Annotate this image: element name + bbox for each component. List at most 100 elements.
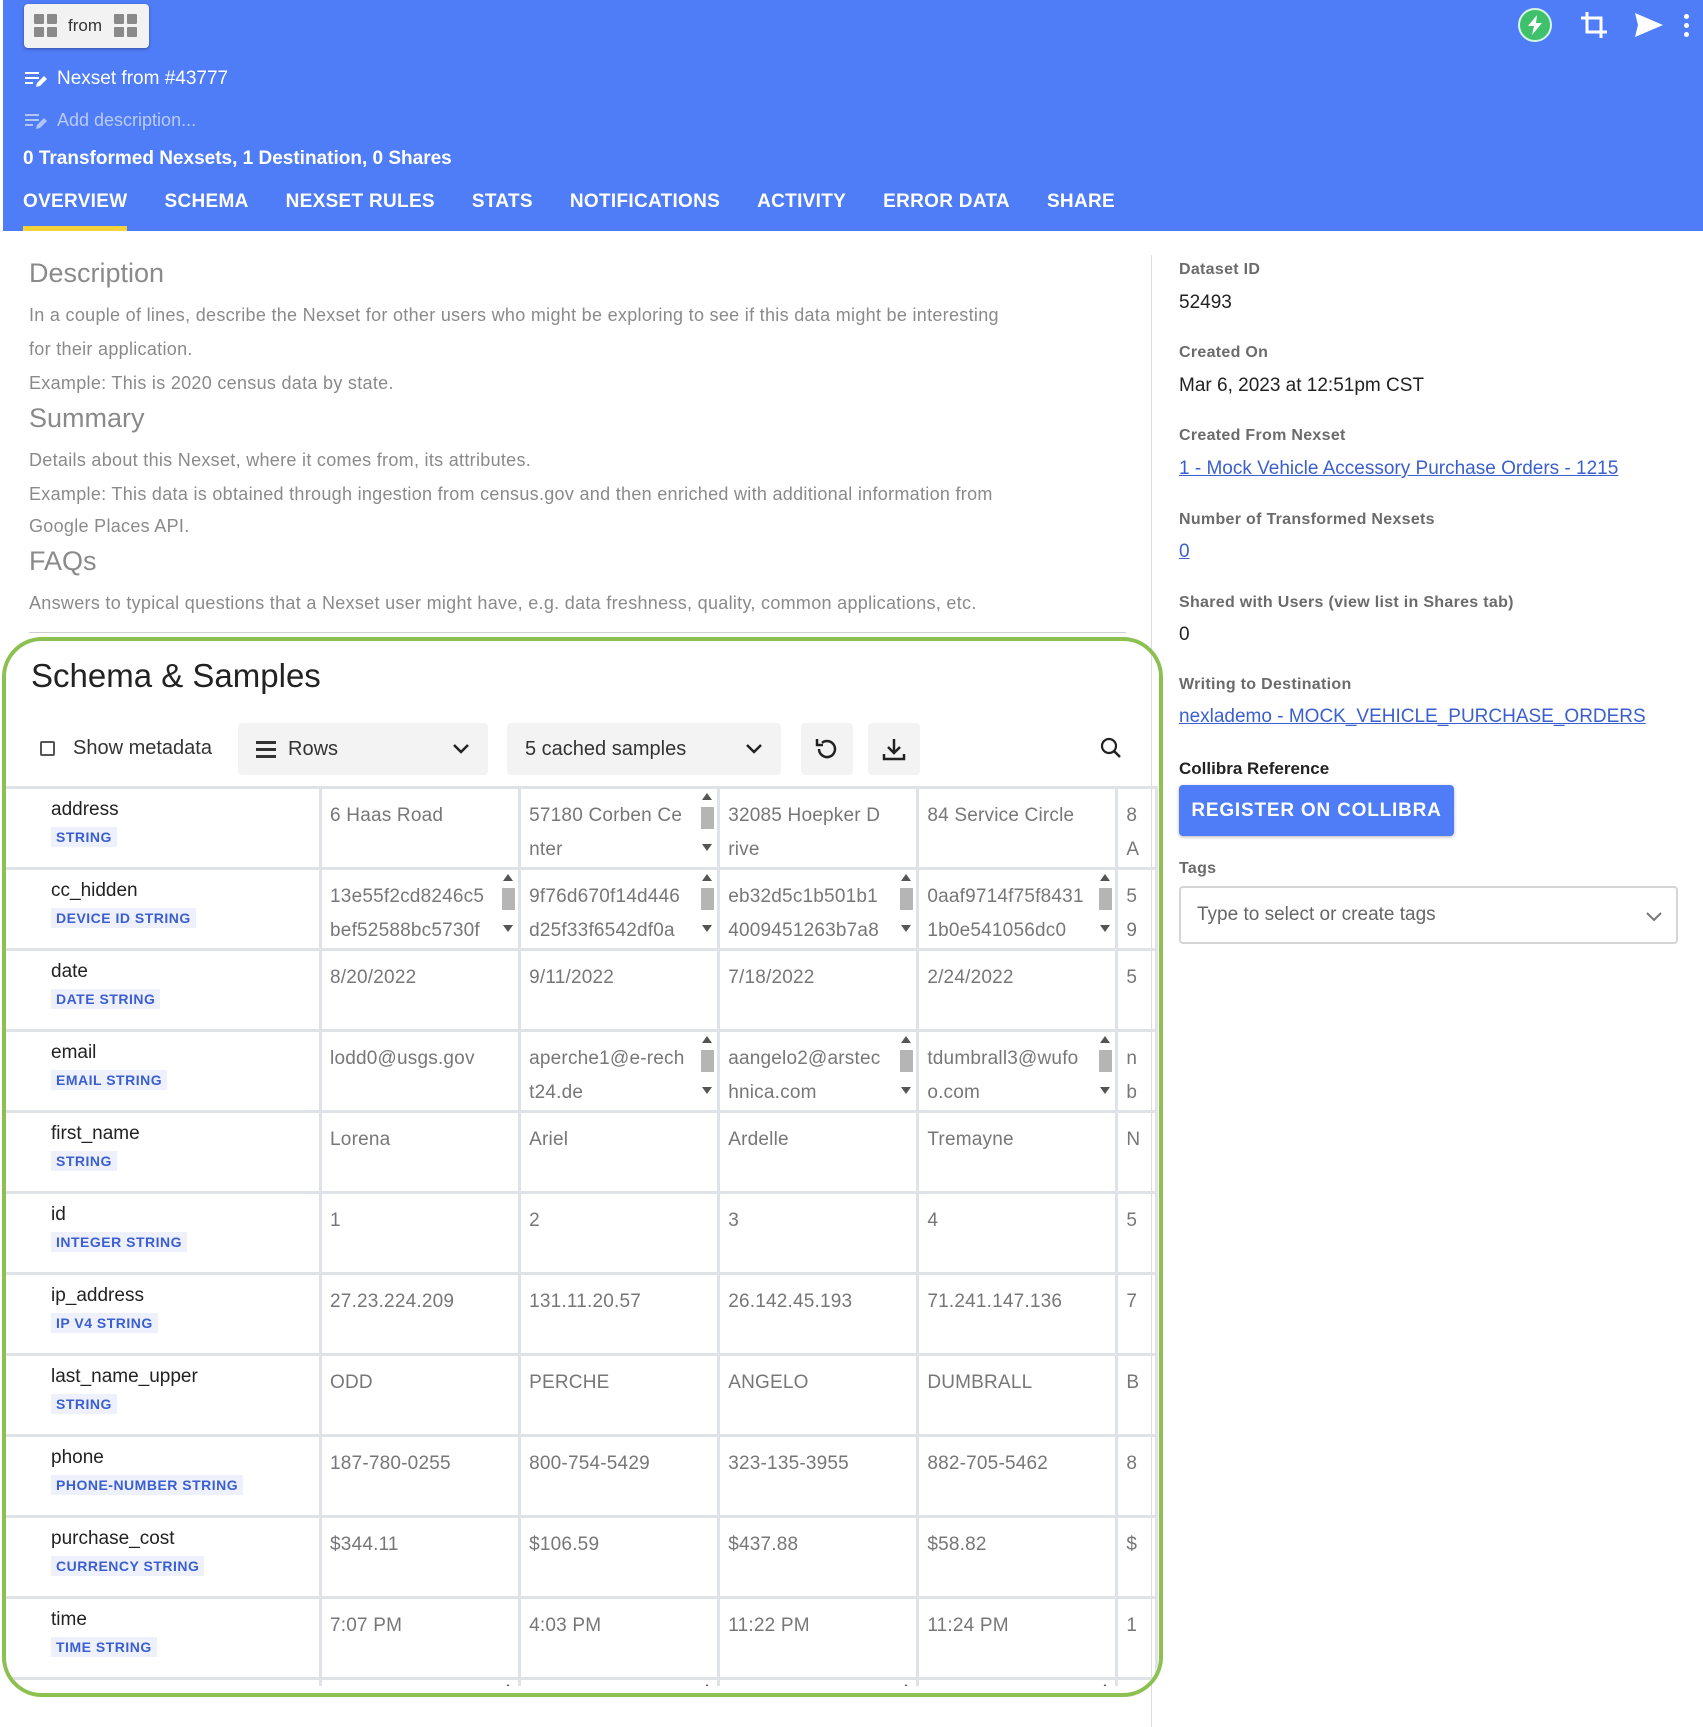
grid-icon [34, 14, 58, 38]
sample-cell[interactable]: lodd0@usgs.gov [319, 1029, 522, 1113]
sample-cell[interactable]: 3 [717, 1191, 920, 1275]
sample-value: 57180 Corben Center [529, 805, 683, 860]
tab-activity[interactable]: ACTIVITY [757, 191, 846, 231]
tab-stats[interactable]: STATS [472, 191, 533, 231]
sample-cell[interactable]: 4 [916, 1191, 1119, 1275]
sample-cell[interactable]: 323-135-3955 [717, 1434, 920, 1518]
cell-scrollbar[interactable] [699, 874, 715, 932]
table-row: address STRING 6 Haas Road 57180 Corben Cen… [6, 786, 1158, 870]
sample-cell[interactable]: 57180 Corben Center [518, 786, 721, 870]
download-button[interactable] [868, 723, 920, 775]
search-icon[interactable] [1099, 736, 1123, 760]
cell-scrollbar[interactable] [1097, 1684, 1113, 1686]
nexset-title[interactable]: Nexset from #43777 [23, 68, 228, 90]
kebab-menu-icon[interactable] [1684, 13, 1689, 37]
cell-scrollbar[interactable] [500, 874, 516, 932]
refresh-button[interactable] [801, 723, 853, 775]
cell-scrollbar[interactable] [898, 874, 914, 932]
tab-error-data[interactable]: ERROR DATA [883, 191, 1010, 231]
sample-cell[interactable]: 2/24/2022 [916, 948, 1119, 1032]
show-metadata-checkbox[interactable] [40, 741, 55, 756]
sample-cell[interactable]: 26.142.45.193 [717, 1272, 920, 1356]
cell-scrollbar[interactable] [1097, 1036, 1113, 1094]
sample-cell[interactable]: 800-754-5429 [518, 1434, 721, 1518]
sample-cell[interactable]: $344.11 [319, 1515, 522, 1599]
sample-cell[interactable]: 4:03 PM [518, 1596, 721, 1680]
samples-select[interactable]: 5 cached samples [507, 723, 781, 775]
cell-scrollbar[interactable] [500, 1684, 516, 1686]
sample-cell[interactable]: ODD [319, 1353, 522, 1437]
schema-samples-panel: Schema & Samples Show metadata Rows 5 ca… [2, 637, 1163, 1697]
sample-cell[interactable]: aangelo2@arstechnica.com [717, 1029, 920, 1113]
view-mode-select[interactable]: Rows [238, 723, 488, 775]
sample-cell[interactable]: $437.88 [717, 1515, 920, 1599]
sample-cell[interactable]: ANGELO [717, 1353, 920, 1437]
sample-value: 9f76d670f14d446d25f33f6542df0a [529, 886, 681, 941]
cell-scrollbar[interactable] [898, 1036, 914, 1094]
tab-share[interactable]: SHARE [1047, 191, 1115, 231]
cell-scrollbar[interactable] [699, 1684, 715, 1686]
sample-cell[interactable]: Ardelle [717, 1110, 920, 1194]
flow-logo[interactable]: from [24, 4, 149, 48]
field-name-cell: purchase_cost CURRENCY STRING [6, 1515, 323, 1599]
sample-cell[interactable]: DUMBRALL [916, 1353, 1119, 1437]
sample-cell[interactable]: 8/20/2022 [319, 948, 522, 1032]
sample-cell[interactable]: 1 [319, 1191, 522, 1275]
sample-cell[interactable]: 84 Service Circle [916, 786, 1119, 870]
sample-cell[interactable]: WAUVT58E13A057362 [717, 1677, 920, 1686]
sample-cell[interactable]: $106.59 [518, 1515, 721, 1599]
sample-cell[interactable]: 0aaf9714f75f84311b0e541056dc0 [916, 867, 1119, 951]
register-collibra-button[interactable]: REGISTER ON COLLIBRA [1179, 785, 1454, 836]
view-mode-value: Rows [288, 737, 339, 760]
sample-cell[interactable]: 11:24 PM [916, 1596, 1119, 1680]
tab-overview[interactable]: OVERVIEW [23, 191, 128, 231]
sample-cell[interactable]: 32085 Hoepker Drive [717, 786, 920, 870]
sample-cell[interactable]: 27.23.224.209 [319, 1272, 522, 1356]
tab-schema[interactable]: SCHEMA [164, 191, 248, 231]
sample-value-partial: 8 A [1126, 805, 1140, 860]
cell-scrollbar[interactable] [1097, 874, 1113, 932]
sample-cell[interactable]: eb32d5c1b501b14009451263b7a8 [717, 867, 920, 951]
sample-cell[interactable]: Lorena [319, 1110, 522, 1194]
writing-destination-link[interactable]: nexlademo - MOCK_VEHICLE_PURCHASE_ORDERS [1179, 706, 1646, 728]
field-type-badge: TIME STRING [51, 1637, 157, 1657]
sample-cell[interactable]: WA1BY74L38D861265 [916, 1677, 1119, 1686]
sample-cell[interactable]: 71.241.147.136 [916, 1272, 1119, 1356]
sample-cell[interactable]: KMHCM3AC4AU996534 [319, 1677, 522, 1686]
sample-cell[interactable]: 882-705-5462 [916, 1434, 1119, 1518]
sample-cell[interactable]: 6 Haas Road [319, 786, 522, 870]
sample-cell[interactable]: $58.82 [916, 1515, 1119, 1599]
sample-value: 0aaf9714f75f84311b0e541056dc0 [927, 886, 1084, 941]
sample-cell[interactable]: 13e55f2cd8246c5bef52588bc5730f [319, 867, 522, 951]
sample-cell[interactable]: SALSF2D4XDA271401 [518, 1677, 721, 1686]
sample-cell[interactable]: Ariel [518, 1110, 721, 1194]
sample-cell[interactable]: 131.11.20.57 [518, 1272, 721, 1356]
field-name-cell: email EMAIL STRING [6, 1029, 323, 1113]
sample-cell[interactable]: aperche1@e-recht24.de [518, 1029, 721, 1113]
sample-cell[interactable]: PERCHE [518, 1353, 721, 1437]
send-icon[interactable] [1634, 12, 1664, 38]
tab-notifications[interactable]: NOTIFICATIONS [570, 191, 720, 231]
sample-cell[interactable]: 11:22 PM [717, 1596, 920, 1680]
cell-scrollbar[interactable] [699, 1036, 715, 1094]
sample-cell[interactable]: 2 [518, 1191, 721, 1275]
sample-cell[interactable]: 9f76d670f14d446d25f33f6542df0a [518, 867, 721, 951]
cell-scrollbar[interactable] [898, 1684, 914, 1686]
created-from-link[interactable]: 1 - Mock Vehicle Accessory Purchase Orde… [1179, 458, 1618, 480]
cell-scrollbar[interactable] [699, 793, 715, 851]
transformed-count-link[interactable]: 0 [1179, 541, 1190, 563]
description-field[interactable]: Add description... [23, 110, 196, 131]
bolt-icon[interactable] [1518, 8, 1552, 42]
tab-nexset-rules[interactable]: NEXSET RULES [286, 191, 435, 231]
crop-icon[interactable] [1580, 11, 1608, 39]
sample-value-partial: 5 [1126, 1210, 1137, 1231]
summary-example: Example: This data is obtained through i… [29, 484, 993, 504]
sample-cell[interactable]: 7:07 PM [319, 1596, 522, 1680]
schema-table[interactable]: address STRING 6 Haas Road 57180 Corben Cen… [6, 786, 1158, 1686]
tags-input[interactable]: Type to select or create tags [1179, 886, 1678, 944]
sample-cell[interactable]: Tremayne [916, 1110, 1119, 1194]
sample-cell[interactable]: 9/11/2022 [518, 948, 721, 1032]
sample-cell[interactable]: tdumbrall3@wufoo.com [916, 1029, 1119, 1113]
sample-cell[interactable]: 187-780-0255 [319, 1434, 522, 1518]
sample-cell[interactable]: 7/18/2022 [717, 948, 920, 1032]
